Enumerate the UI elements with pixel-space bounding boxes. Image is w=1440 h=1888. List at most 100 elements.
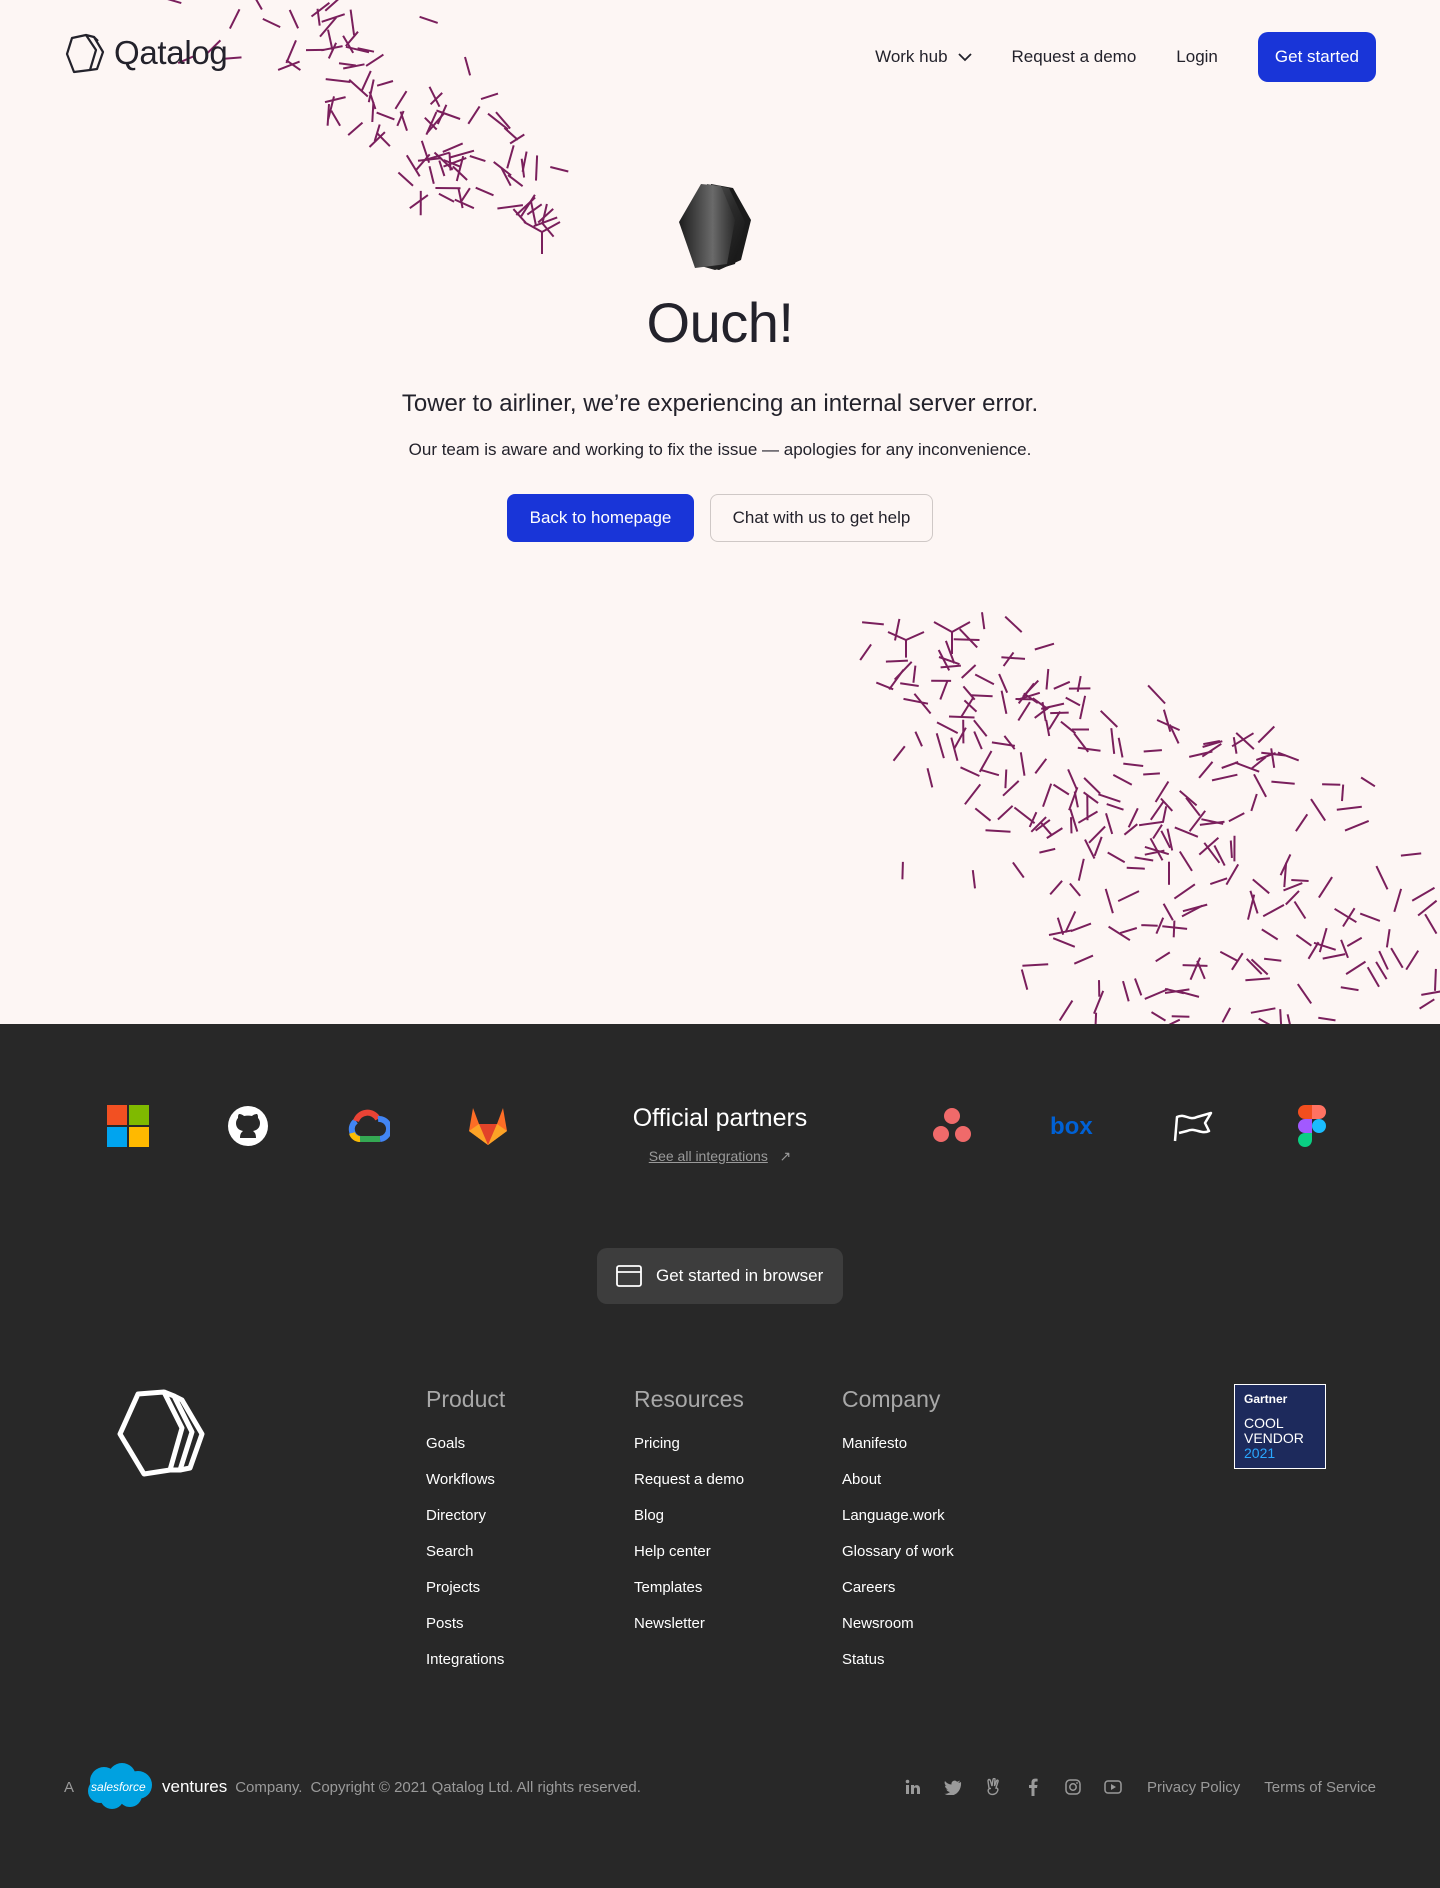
footer-link[interactable]: Directory: [426, 1506, 505, 1542]
decorative-dash: [1112, 774, 1133, 786]
decorative-dash: [1296, 983, 1313, 1004]
footer-link[interactable]: Manifesto: [842, 1434, 954, 1470]
decorative-dash: [360, 70, 372, 92]
qatalog-logo[interactable]: Qatalog: [64, 32, 228, 74]
decorative-dash: [1261, 928, 1279, 941]
decorative-dash: [974, 807, 992, 822]
footer-link[interactable]: Newsletter: [634, 1614, 744, 1650]
decorative-dash: [288, 9, 300, 29]
decorative-dash: [347, 121, 364, 136]
decorative-dash: [1141, 924, 1158, 927]
decorative-dash: [1231, 952, 1244, 971]
footer-link[interactable]: Help center: [634, 1542, 744, 1578]
chat-help-button[interactable]: Chat with us to get help: [710, 494, 933, 542]
footer-link[interactable]: Careers: [842, 1578, 954, 1614]
decorative-dash: [1034, 642, 1055, 651]
decorative-dash: [1271, 780, 1295, 785]
decorative-dash: [913, 693, 932, 715]
decorative-dash: [345, 31, 359, 47]
decorative-dash: [338, 62, 356, 67]
decorative-dash: [980, 768, 1000, 777]
decorative-dash: [1100, 710, 1118, 728]
decorative-dash: [1340, 986, 1359, 992]
decorative-dash: [1189, 957, 1202, 981]
decorative-dash: [862, 621, 884, 626]
decorative-dash: [1004, 769, 1008, 789]
decorative-dash: [1017, 682, 1035, 705]
decorative-dash: [1077, 746, 1101, 752]
svg-text:box: box: [1050, 1114, 1093, 1138]
column-title: Company: [842, 1386, 941, 1412]
facebook-icon[interactable]: [1023, 1777, 1043, 1797]
decorative-dash: [1336, 805, 1362, 811]
decorative-dash: [1198, 761, 1214, 779]
decorative-dash: [1257, 725, 1276, 744]
terms-of-service-link[interactable]: Terms of Service: [1264, 1779, 1376, 1796]
decorative-dash: [1119, 927, 1138, 935]
footer-link[interactable]: Status: [842, 1650, 954, 1686]
decorative-dash: [1073, 791, 1079, 808]
decorative-dash: [1149, 801, 1165, 821]
back-to-homepage-button[interactable]: Back to homepage: [507, 494, 694, 542]
decorative-dash: [1088, 825, 1106, 844]
footer-link[interactable]: Templates: [634, 1578, 744, 1614]
decorative-dash: [1211, 773, 1238, 782]
decorative-dash: [998, 673, 1009, 694]
footer-link[interactable]: Workflows: [426, 1470, 505, 1506]
decorative-dash: [365, 53, 384, 67]
footer-link[interactable]: About: [842, 1470, 954, 1506]
footer-link[interactable]: Request a demo: [634, 1470, 744, 1506]
footer-link[interactable]: Glossary of work: [842, 1542, 954, 1578]
nav-work-hub[interactable]: Work hub: [875, 47, 972, 67]
decorative-dash: [1400, 852, 1422, 857]
angellist-icon[interactable]: [983, 1777, 1003, 1797]
salesforce-ventures-notice: A salesforce ventures Company. Copyright…: [64, 1763, 641, 1809]
footer-link[interactable]: Newsroom: [842, 1614, 954, 1650]
get-started-browser-button[interactable]: Get started in browser: [597, 1248, 843, 1304]
decorative-dash: [1245, 977, 1270, 982]
nav-login[interactable]: Login: [1176, 47, 1218, 67]
see-all-integrations-link[interactable]: See all integrations ↗: [0, 1148, 1440, 1165]
footer-link[interactable]: Posts: [426, 1614, 505, 1650]
decorative-dash: [1250, 1007, 1276, 1014]
decorative-dash: [940, 664, 961, 669]
decorative-dash: [438, 192, 455, 203]
footer-link[interactable]: Projects: [426, 1578, 505, 1614]
decorative-dash: [1098, 793, 1121, 803]
decorative-dash: [1221, 1007, 1232, 1023]
footer-link[interactable]: Pricing: [634, 1434, 744, 1470]
company-text: Company.: [235, 1778, 303, 1796]
decorative-dash: [497, 204, 524, 210]
twitter-icon[interactable]: [943, 1777, 963, 1797]
decorative-dash: [1123, 823, 1138, 836]
qatalog-hexagon-icon: [65, 33, 105, 74]
footer-link[interactable]: Integrations: [426, 1650, 505, 1686]
decorative-dash: [1318, 1016, 1336, 1022]
decorative-dash: [415, 153, 431, 171]
footer-link[interactable]: Language.work: [842, 1506, 954, 1542]
decorative-dash: [1345, 960, 1367, 975]
decorative-dash: [541, 203, 548, 224]
get-started-button[interactable]: Get started: [1257, 32, 1376, 82]
nav-work-hub-label: Work hub: [875, 47, 948, 66]
browser-window-icon: [616, 1265, 642, 1287]
decorative-dash: [1002, 651, 1015, 667]
privacy-policy-link[interactable]: Privacy Policy: [1147, 1779, 1240, 1796]
decorative-dash: [1229, 840, 1233, 858]
decorative-dash: [1020, 969, 1029, 990]
footer-link[interactable]: Goals: [426, 1434, 505, 1470]
nav-request-demo[interactable]: Request a demo: [1012, 47, 1137, 67]
instagram-icon[interactable]: [1063, 1777, 1083, 1797]
decorative-dash: [1012, 861, 1025, 879]
decorative-dash: [1172, 920, 1176, 938]
footer-link[interactable]: Search: [426, 1542, 505, 1578]
decorative-dash: [1247, 894, 1256, 920]
footer-column-product: Product Goals Workflows Directory Search…: [426, 1386, 505, 1686]
footer-link[interactable]: Blog: [634, 1506, 744, 1542]
decorative-dash: [1083, 777, 1101, 795]
decorative-dash: [1270, 748, 1276, 768]
youtube-icon[interactable]: [1103, 1777, 1123, 1797]
decorative-dash: [330, 110, 341, 127]
linkedin-icon[interactable]: [903, 1777, 923, 1797]
qatalog-footer-logo-icon[interactable]: [116, 1388, 208, 1480]
